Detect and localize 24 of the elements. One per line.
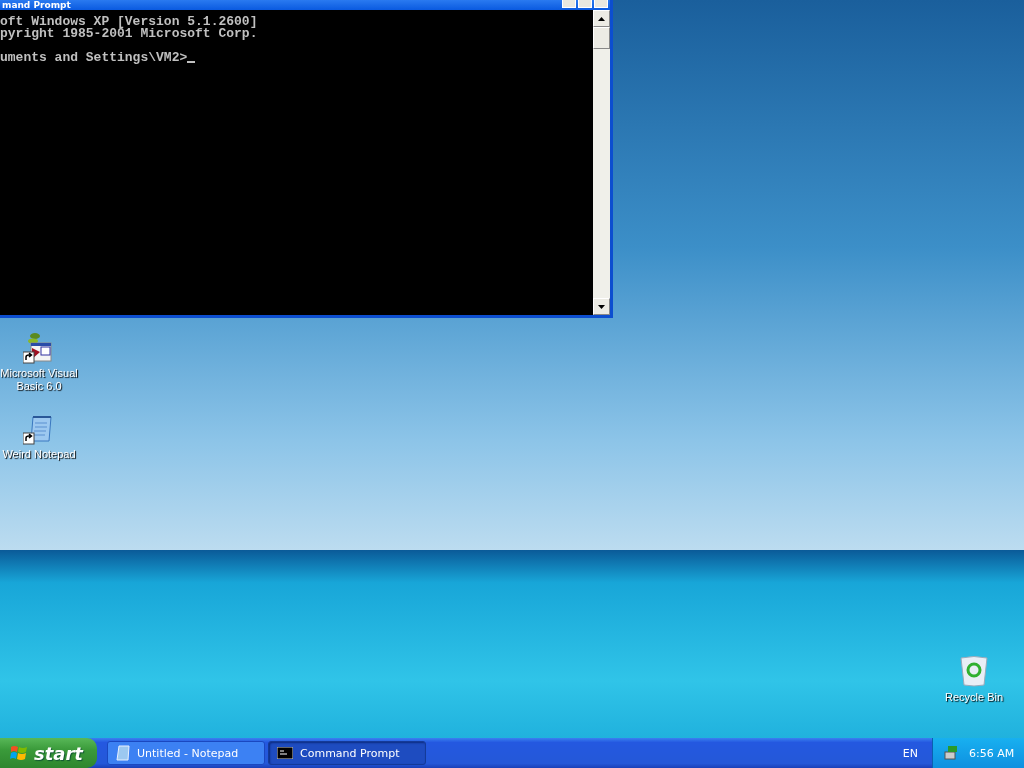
console-line: oft Windows XP [Version 5.1.2600] [0, 16, 259, 28]
scroll-up-button[interactable] [593, 10, 610, 27]
console-icon [277, 747, 293, 759]
down-arrow-icon [598, 304, 605, 309]
scroll-down-button[interactable] [593, 298, 610, 315]
icon-label[interactable]: Microsoft Visual Basic 6.0 [0, 367, 78, 393]
text-cursor [187, 61, 196, 63]
scroll-thumb[interactable] [593, 27, 610, 49]
up-arrow-icon [598, 16, 605, 21]
window-title: mand Prompt [1, 0, 71, 10]
recycle-bin-icon[interactable] [959, 655, 989, 687]
clock[interactable]: 6:56 AM [969, 746, 1015, 760]
console-line: pyright 1985-2001 Microsoft Corp. [0, 28, 259, 40]
console-prompt: uments and Settings\VM2> [0, 52, 188, 64]
notepad-icon[interactable] [23, 413, 55, 445]
taskbar-button[interactable]: Command Prompt [268, 741, 426, 765]
taskbar-button[interactable]: Untitled - Notepad [107, 741, 265, 765]
application-icon[interactable] [23, 332, 55, 364]
windows-flag-icon [10, 744, 28, 762]
scrollbar[interactable] [593, 10, 610, 315]
start-button[interactable]: start [0, 738, 97, 768]
icon-label[interactable]: Recycle Bin [935, 691, 1013, 704]
language-indicator[interactable]: EN [902, 746, 932, 760]
notepad-icon [116, 745, 130, 761]
